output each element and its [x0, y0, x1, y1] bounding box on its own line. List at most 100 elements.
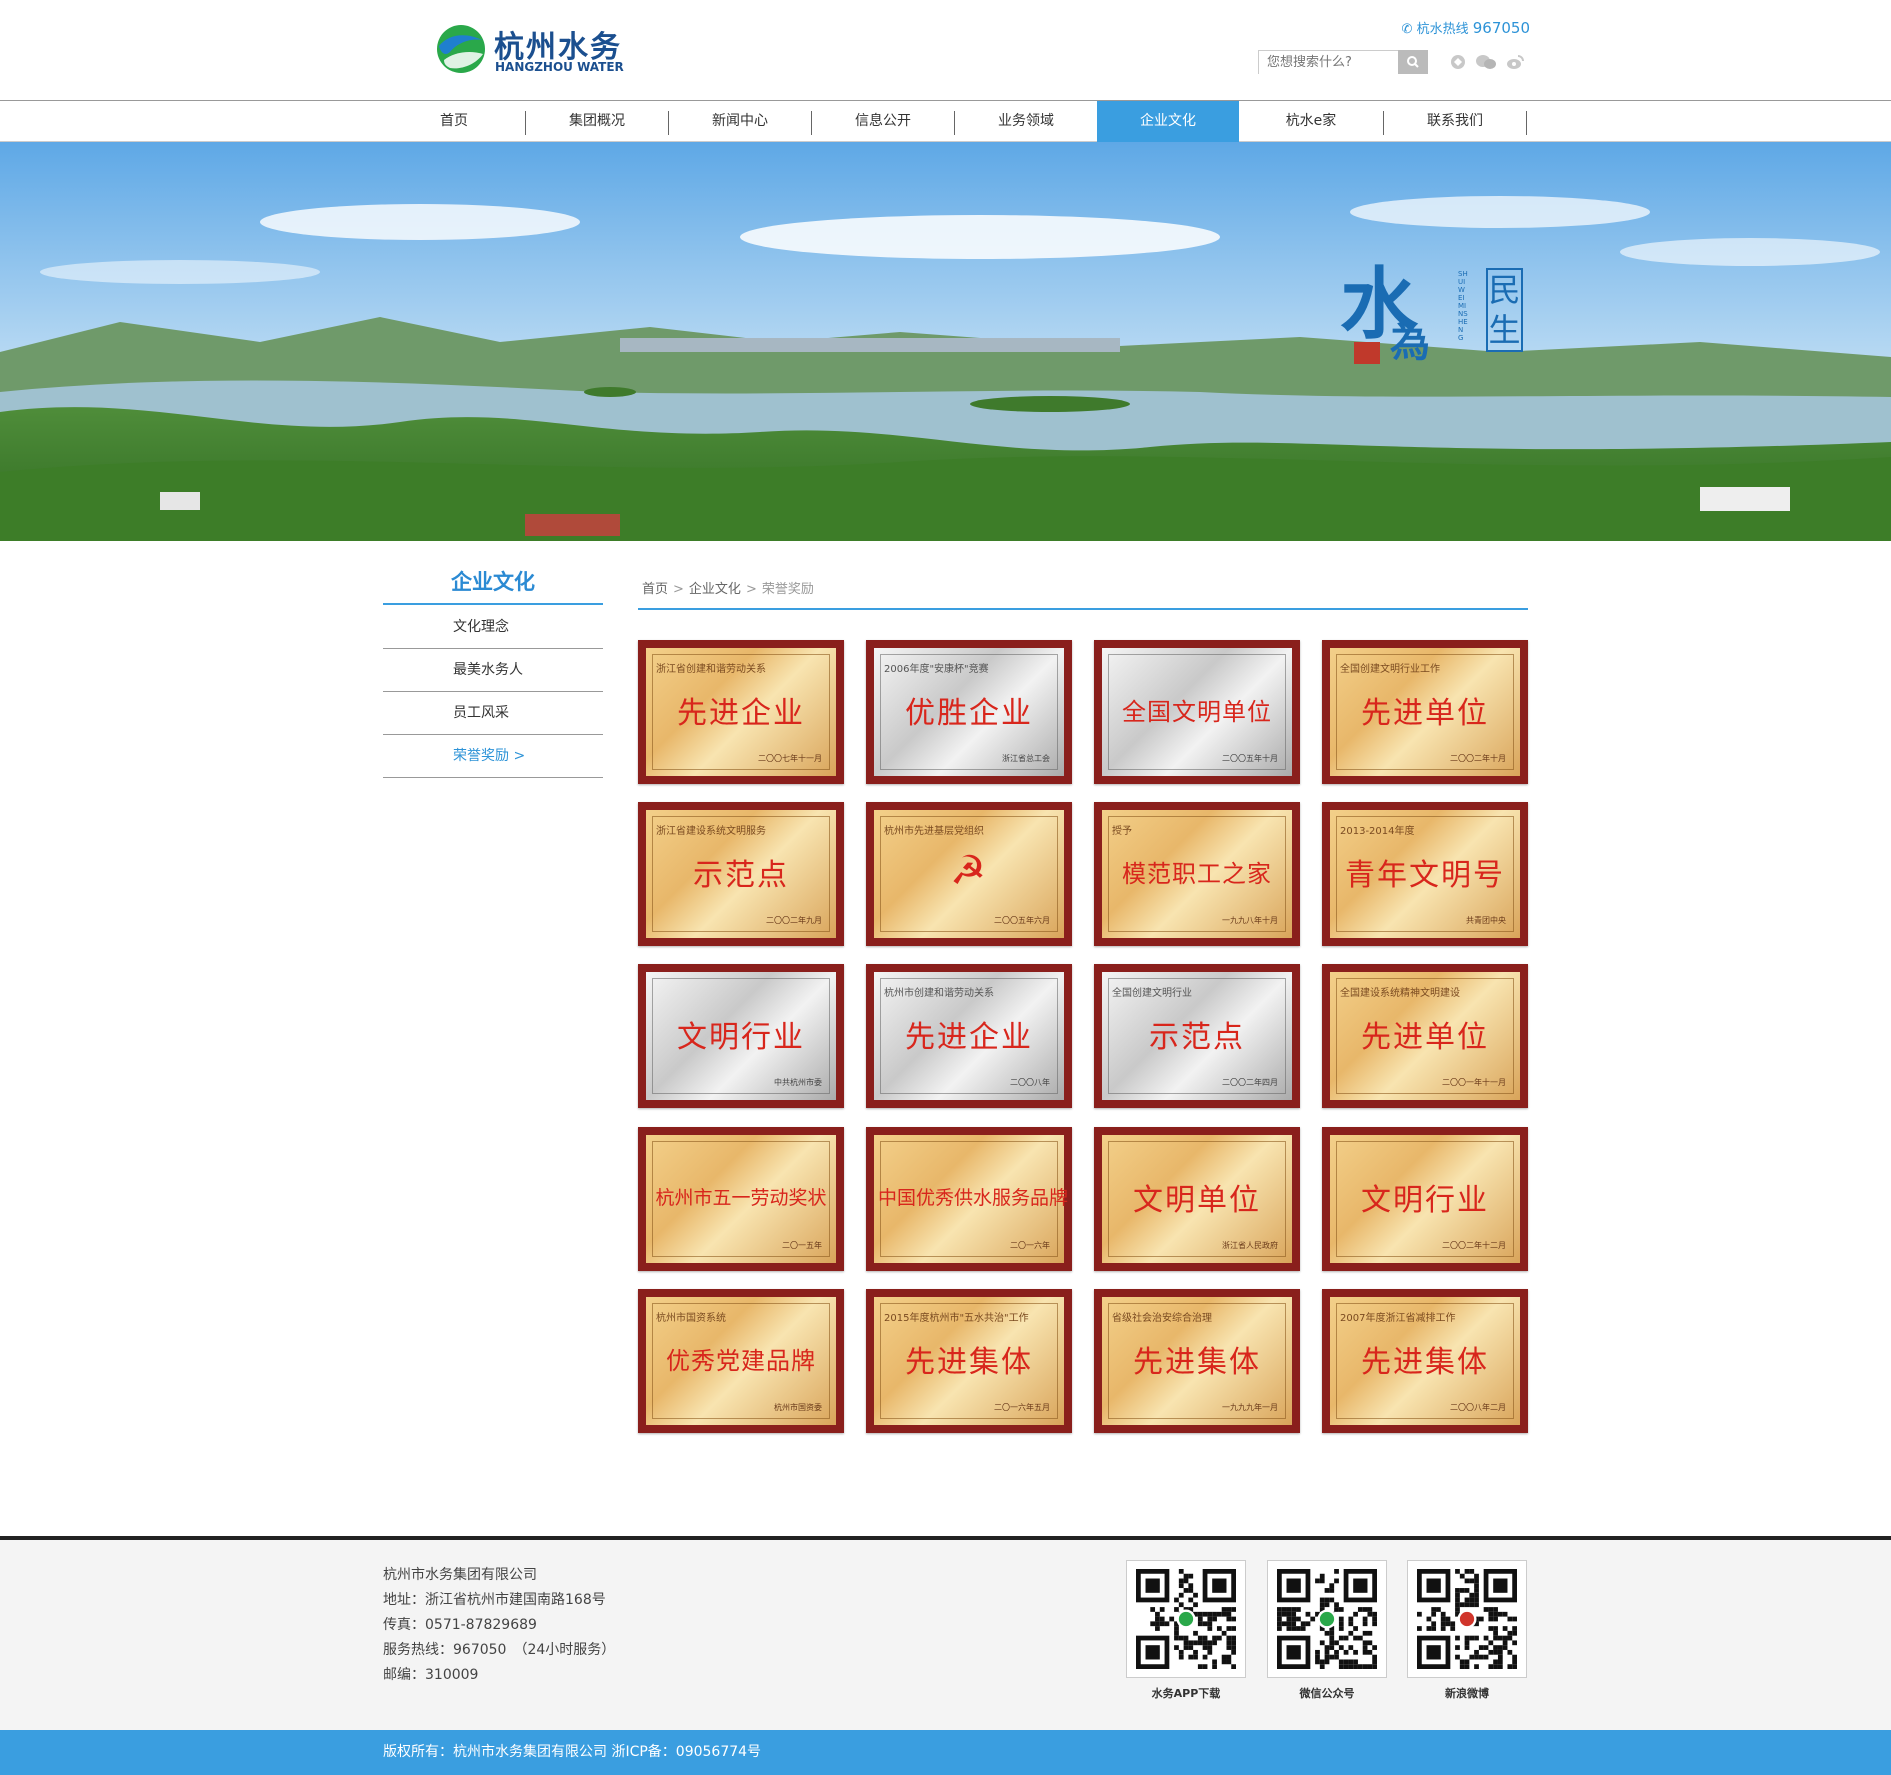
award-plaque[interactable]: 浙江省建设系统文明服务 示范点 二〇〇二年九月	[638, 802, 844, 946]
breadcrumb-home[interactable]: 首页	[642, 582, 668, 597]
plaque-issuer: 二〇〇二年十月	[1450, 754, 1506, 763]
plaque-title: 示范点	[1149, 1020, 1245, 1055]
nav-ehome[interactable]: 杭水e家	[1240, 101, 1382, 142]
weibo-icon[interactable]	[1506, 54, 1524, 70]
qr-app-download[interactable]	[1126, 1560, 1246, 1678]
main-nav: 首页 集团概况 新闻中心 信息公开 业务领域 企业文化 杭水e家 联系我们	[0, 100, 1891, 142]
plaque-face: 杭州市五一劳动奖状 二〇一五年	[646, 1135, 836, 1263]
plaque-caption: 浙江省创建和谐劳动关系	[656, 664, 766, 675]
award-plaque[interactable]: 杭州市创建和谐劳动关系 先进企业 二〇〇八年	[866, 964, 1072, 1108]
sidebar-item-best-staff[interactable]: 最美水务人	[383, 649, 603, 692]
award-plaque[interactable]: 授予 模范职工之家 一九九八年十月	[1094, 802, 1300, 946]
site-logo[interactable]: 杭州水务 HANGZHOU WATER	[436, 22, 636, 78]
nav-contact[interactable]: 联系我们	[1384, 101, 1526, 142]
plaque-issuer: 一九九八年十月	[1222, 916, 1278, 925]
qr-code-icon	[1277, 1569, 1377, 1669]
qr-code-icon	[1136, 1569, 1236, 1669]
plaque-title: 先进单位	[1361, 1020, 1489, 1055]
wechat-icon[interactable]	[1475, 54, 1497, 70]
award-plaque[interactable]: 文明行业 中共杭州市委	[638, 964, 844, 1108]
plaque-caption: 全国建设系统精神文明建设	[1340, 988, 1460, 999]
sidebar-item-culture-philosophy[interactable]: 文化理念	[383, 606, 603, 649]
award-plaque[interactable]: 全国创建文明行业工作先进单位二〇〇二年十月	[1322, 640, 1528, 784]
plaque-issuer: 杭州市国资委	[774, 1403, 822, 1412]
award-plaque[interactable]: 省级社会治安综合治理 先进集体 一九九九年一月	[1094, 1289, 1300, 1433]
sidebar-item-honors[interactable]: 荣誉奖励 >	[383, 735, 603, 778]
award-plaque[interactable]: 文明行业 二〇〇二年十二月	[1322, 1127, 1528, 1271]
sidebar-item-staff-style[interactable]: 员工风采	[383, 692, 603, 735]
nav-info-disclosure[interactable]: 信息公开	[812, 101, 954, 142]
plaque-caption: 全国创建文明行业工作	[1340, 664, 1440, 675]
award-plaque[interactable]: 2007年度浙江省减排工作 先进集体 二〇〇八年二月	[1322, 1289, 1528, 1433]
award-plaque[interactable]: 杭州市国资系统 优秀党建品牌 杭州市国资委	[638, 1289, 844, 1433]
plaque-caption: 2015年度杭州市"五水共治"工作	[884, 1313, 1029, 1324]
award-plaque[interactable]: 2015年度杭州市"五水共治"工作先进集体二〇一六年五月	[866, 1289, 1072, 1433]
search-icon	[1407, 56, 1419, 68]
plaque-title: 文明行业	[677, 1020, 805, 1055]
plaque-issuer: 二〇一六年	[1010, 1241, 1050, 1250]
plaque-face: 文明行业 二〇〇二年十二月	[1330, 1135, 1520, 1263]
app-icon[interactable]	[1449, 54, 1467, 70]
nav-news[interactable]: 新闻中心	[669, 101, 811, 142]
award-plaque[interactable]: 全国创建文明行业 示范点 二〇〇二年四月	[1094, 964, 1300, 1108]
award-plaque[interactable]: 文明单位 浙江省人民政府	[1094, 1127, 1300, 1271]
award-plaque[interactable]: 2013-2014年度 青年文明号 共青团中央	[1322, 802, 1528, 946]
plaque-title: 青年文明号	[1345, 858, 1505, 893]
breadcrumb-separator: >	[673, 582, 684, 597]
breadcrumb-current: 荣誉奖励	[761, 582, 814, 597]
hotline-label: 杭水热线	[1416, 22, 1469, 37]
plaque-issuer: 共青团中央	[1466, 916, 1506, 925]
plaque-issuer: 二〇〇七年十一月	[758, 754, 822, 763]
seal-stamp-icon	[1354, 342, 1380, 364]
banner-vertical-text: SHUIWEI MINSHENG	[1458, 270, 1468, 342]
award-plaque[interactable]: 中国优秀供水服务品牌 二〇一六年	[866, 1127, 1072, 1271]
award-plaque[interactable]: 全国文明单位 二〇〇五年十月	[1094, 640, 1300, 784]
footer-fax: 传真：0571-87829689	[383, 1617, 537, 1633]
award-plaque[interactable]: 全国建设系统精神文明建设 先进单位 二〇〇一年十一月	[1322, 964, 1528, 1108]
hotline-number: 967050	[1472, 19, 1530, 37]
plaque-face: 省级社会治安综合治理 先进集体 一九九九年一月	[1102, 1297, 1292, 1425]
search-button[interactable]	[1398, 50, 1428, 74]
nav-group-overview[interactable]: 集团概况	[526, 101, 668, 142]
breadcrumb-section[interactable]: 企业文化	[689, 582, 741, 597]
plaque-title: 先进集体	[1133, 1345, 1261, 1380]
phone-icon: ✆	[1401, 22, 1417, 37]
breadcrumb: 首页 > 企业文化 > 荣誉奖励	[638, 578, 1528, 610]
plaque-issuer: 一九九九年一月	[1222, 1403, 1278, 1412]
qr-code-icon	[1417, 1569, 1517, 1669]
qr-label-weibo: 新浪微博	[1445, 1687, 1489, 1700]
search-input[interactable]	[1259, 51, 1399, 74]
plaque-face: 2007年度浙江省减排工作 先进集体 二〇〇八年二月	[1330, 1297, 1520, 1425]
qr-weibo[interactable]	[1407, 1560, 1527, 1678]
plaque-caption: 2007年度浙江省减排工作	[1340, 1313, 1456, 1324]
plaque-issuer: 二〇〇八年二月	[1450, 1403, 1506, 1412]
qr-wechat[interactable]	[1267, 1560, 1387, 1678]
plaque-issuer: 浙江省人民政府	[1222, 1241, 1278, 1250]
award-plaque[interactable]: 浙江省创建和谐劳动关系 先进企业 二〇〇七年十一月	[638, 640, 844, 784]
nav-home[interactable]: 首页	[383, 101, 525, 142]
site-header: 杭州水务 HANGZHOU WATER ✆ 杭水热线 967050	[0, 0, 1891, 100]
plaque-issuer: 二〇〇二年四月	[1222, 1078, 1278, 1087]
plaque-issuer: 二〇一六年五月	[994, 1403, 1050, 1412]
plaque-title: 杭州市五一劳动奖状	[655, 1187, 827, 1209]
nav-business[interactable]: 业务领域	[955, 101, 1097, 142]
award-plaque[interactable]: 杭州市先进基层党组织 ☭ 二〇〇五年六月	[866, 802, 1072, 946]
plaque-face: 2015年度杭州市"五水共治"工作先进集体二〇一六年五月	[874, 1297, 1064, 1425]
award-plaque[interactable]: 杭州市五一劳动奖状 二〇一五年	[638, 1127, 844, 1271]
plaque-title: 先进单位	[1361, 696, 1489, 731]
footer-company: 杭州市水务集团有限公司	[383, 1567, 537, 1583]
award-plaque[interactable]: 2006年度"安康杯"竞赛 优胜企业 浙江省总工会	[866, 640, 1072, 784]
footer-postcode: 邮编：310009	[383, 1667, 479, 1683]
plaque-title: 全国文明单位	[1122, 698, 1272, 726]
plaque-face: 全国创建文明行业 示范点 二〇〇二年四月	[1102, 972, 1292, 1100]
site-footer: 杭州市水务集团有限公司 地址：浙江省杭州市建国南路168号 传真：0571-87…	[0, 1540, 1891, 1730]
nav-culture[interactable]: 企业文化	[1097, 101, 1239, 142]
plaque-face: 文明行业 中共杭州市委	[646, 972, 836, 1100]
hotline: ✆ 杭水热线 967050	[1400, 18, 1530, 37]
plaque-face: 全国文明单位 二〇〇五年十月	[1102, 648, 1292, 776]
plaque-title: 示范点	[693, 858, 789, 893]
breadcrumb-separator: >	[745, 582, 757, 597]
plaque-face: 浙江省创建和谐劳动关系 先进企业 二〇〇七年十一月	[646, 648, 836, 776]
plaque-title: 文明行业	[1361, 1183, 1489, 1218]
plaque-title: 先进集体	[905, 1345, 1033, 1380]
